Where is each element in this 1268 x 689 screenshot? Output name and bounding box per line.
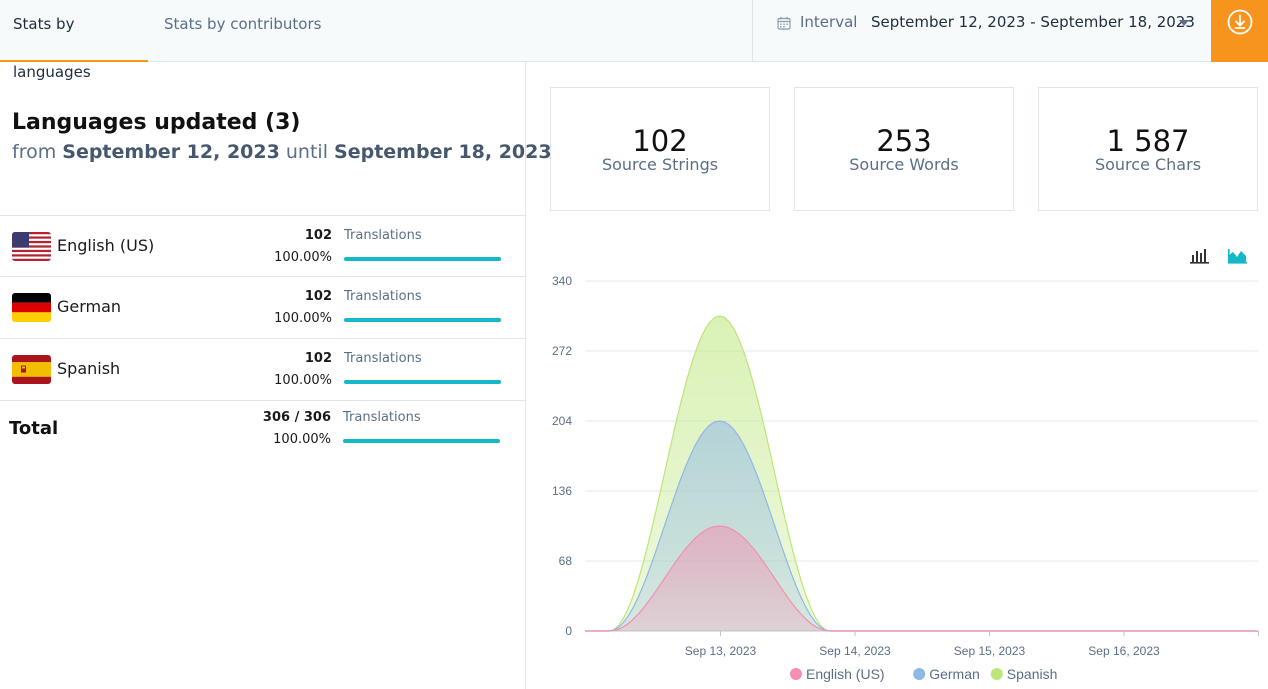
tab-stats-by-contributors[interactable]: Stats by contributors bbox=[164, 0, 321, 62]
x-tick-label: Sep 14, 2023 bbox=[819, 644, 891, 658]
translation-count: 102 bbox=[304, 228, 332, 243]
translations-label: Translations bbox=[343, 410, 421, 425]
x-tick-label: Sep 15, 2023 bbox=[954, 644, 1026, 658]
y-tick-label: 204 bbox=[552, 414, 572, 428]
translation-percent: 100.00% bbox=[274, 311, 332, 326]
total-label: Total bbox=[9, 418, 59, 439]
download-button[interactable] bbox=[1211, 0, 1268, 62]
language-name: German bbox=[57, 297, 122, 316]
language-name: Spanish bbox=[57, 359, 121, 378]
stat-label: Source Strings bbox=[601, 155, 719, 174]
stat-value: 253 bbox=[876, 124, 932, 158]
spain-flag-icon bbox=[12, 355, 51, 384]
language-name: English (US) bbox=[57, 236, 155, 255]
progress-bar bbox=[344, 318, 501, 322]
language-row-english[interactable]: English (US) 102 100.00% Translations bbox=[0, 215, 526, 277]
translation-count: 102 bbox=[304, 289, 332, 304]
translation-percent: 100.00% bbox=[274, 250, 332, 265]
date-range-subtitle: from September 12, 2023 until September … bbox=[12, 141, 552, 163]
stat-card-source-strings: 102 Source Strings bbox=[550, 87, 770, 211]
download-icon bbox=[1227, 9, 1253, 35]
translation-percent: 100.00% bbox=[274, 373, 332, 388]
tab-stats-by-languages[interactable]: Stats by languages bbox=[0, 0, 148, 81]
y-tick-label: 340 bbox=[552, 274, 572, 288]
legend-marker bbox=[913, 668, 926, 680]
language-row-german[interactable]: German 102 100.00% Translations bbox=[0, 277, 526, 339]
total-count: 306 / 306 bbox=[262, 410, 331, 425]
language-row-spanish[interactable]: Spanish 102 100.00% Translations bbox=[0, 339, 526, 401]
total-percent: 100.00% bbox=[273, 432, 331, 447]
translations-label: Translations bbox=[344, 351, 422, 366]
progress-bar bbox=[343, 439, 500, 443]
translations-chart: 0 68 136 204 272 340 Sep 13, 2023 Sep 14, 2023 S… bbox=[527, 240, 1268, 689]
stat-label: Source Words bbox=[849, 155, 959, 174]
x-tick-label: Sep 13, 2023 bbox=[685, 644, 757, 658]
x-tick-label: Sep 16, 2023 bbox=[1088, 644, 1160, 658]
legend-label: German bbox=[929, 666, 980, 682]
area-chart-plot: 0 68 136 204 272 340 Sep 13, 2023 Sep 14, 2023 S… bbox=[552, 274, 1259, 682]
legend-label: Spanish bbox=[1007, 666, 1058, 682]
top-bar: Stats by languages Stats by contributors… bbox=[0, 0, 1268, 81]
us-flag-icon bbox=[12, 232, 51, 261]
y-tick-label: 0 bbox=[565, 624, 572, 638]
y-tick-label: 68 bbox=[559, 554, 573, 568]
stat-card-source-chars: 1 587 Source Chars bbox=[1038, 87, 1258, 211]
legend-label: English (US) bbox=[806, 666, 885, 682]
translations-label: Translations bbox=[344, 289, 422, 304]
languages-panel: Languages updated (3) from September 12,… bbox=[0, 62, 552, 689]
calendar-icon bbox=[777, 17, 791, 30]
interval-value[interactable]: September 12, 2023 - September 18, 2023 bbox=[871, 13, 1195, 31]
germany-flag-icon bbox=[12, 293, 51, 322]
stat-label: Source Chars bbox=[1094, 155, 1202, 174]
y-tick-label: 272 bbox=[552, 344, 572, 358]
progress-bar bbox=[344, 257, 501, 261]
stat-value: 102 bbox=[632, 124, 688, 158]
languages-updated-title: Languages updated (3) bbox=[12, 110, 301, 135]
translation-count: 102 bbox=[304, 351, 332, 366]
translations-label: Translations bbox=[344, 228, 422, 243]
total-row: Total 306 / 306 100.00% Translations bbox=[0, 401, 526, 463]
interval-selector[interactable]: Interval September 12, 2023 - September … bbox=[752, 0, 1211, 62]
stat-card-source-words: 253 Source Words bbox=[794, 87, 1014, 211]
stat-value: 1 587 bbox=[1106, 124, 1190, 158]
progress-bar bbox=[344, 380, 501, 384]
legend-marker bbox=[990, 668, 1003, 680]
chevron-down-icon[interactable] bbox=[1179, 20, 1189, 26]
interval-label: Interval bbox=[800, 13, 858, 31]
y-tick-label: 136 bbox=[552, 484, 572, 498]
legend-marker bbox=[790, 668, 802, 680]
